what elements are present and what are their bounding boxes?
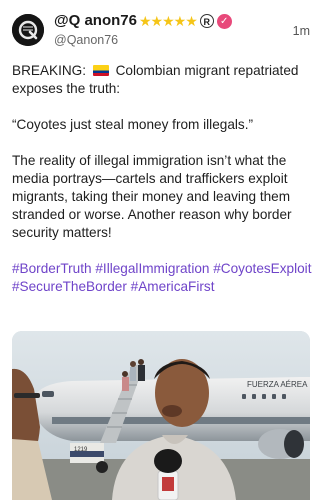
hashtag-link[interactable]: #IllegalImmigration (95, 261, 209, 276)
hashtag-link[interactable]: #BorderTruth (12, 261, 92, 276)
registered-icon: R (199, 14, 214, 28)
quote-text: “Coyotes just steal money from illegals.… (12, 117, 253, 132)
author-names: @Q anon76 ★★★★★ R ✓ @Qanon76 (54, 12, 232, 47)
breaking-line: BREAKING: Colombian migrant repatriated … (12, 62, 312, 98)
hashtags: #BorderTruth #IllegalImmigration #Coyote… (12, 260, 312, 296)
q-logo-icon (12, 14, 44, 46)
flag-colombia-icon (92, 65, 109, 76)
verified-badge-icon: ✓ (216, 13, 232, 29)
timestamp[interactable]: 1m (293, 24, 310, 38)
hashtag-link[interactable]: #AmericaFirst (131, 279, 215, 294)
post-card: @Q anon76 ★★★★★ R ✓ @Qanon76 1m BREAKING… (0, 0, 322, 500)
handle[interactable]: @Qanon76 (54, 33, 232, 47)
breaking-prefix: BREAKING: (12, 63, 87, 78)
post-media-image[interactable]: FUERZA AÉREA 1219 (12, 331, 310, 500)
hashtag-link[interactable]: #SecureTheBorder (12, 279, 127, 294)
microphone-icon (154, 449, 182, 473)
post-body: BREAKING: Colombian migrant repatriated … (12, 62, 312, 314)
post-header: @Q anon76 ★★★★★ R ✓ @Qanon76 1m (12, 12, 310, 48)
display-name-row[interactable]: @Q anon76 ★★★★★ R ✓ (54, 12, 232, 30)
avatar[interactable] (12, 14, 44, 46)
tail-number: 1219 (74, 447, 88, 453)
hashtag-link[interactable]: #CoyotesExploit (213, 261, 311, 276)
display-name[interactable]: @Q anon76 (54, 12, 137, 30)
plane-text: FUERZA AÉREA (247, 380, 308, 389)
media-illustration: FUERZA AÉREA 1219 (12, 331, 310, 500)
paragraph-text: The reality of illegal immigration isn’t… (12, 153, 292, 240)
stars-icon: ★★★★★ (138, 13, 198, 29)
